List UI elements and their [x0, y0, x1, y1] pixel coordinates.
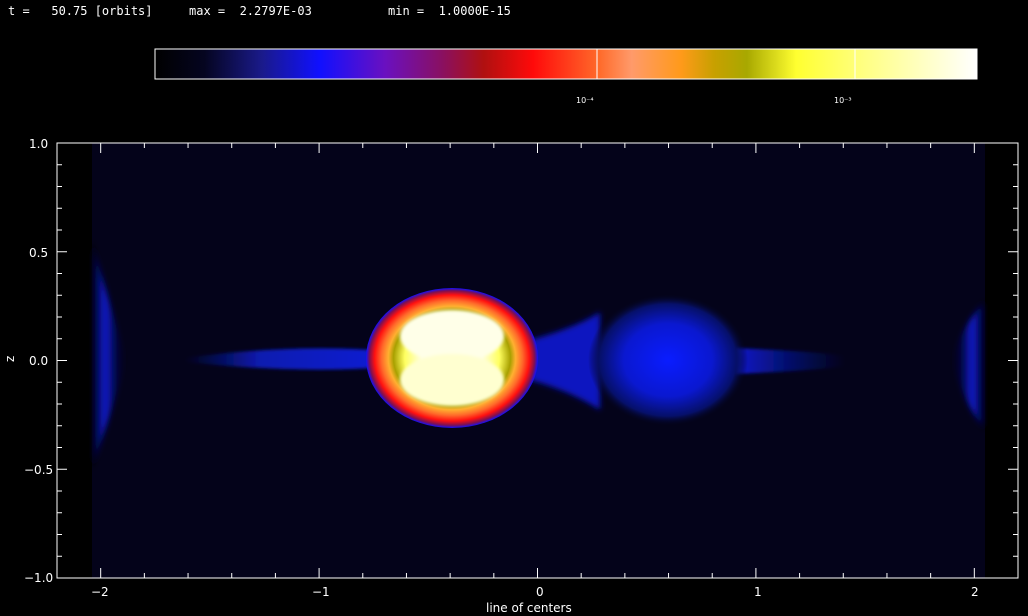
- x-tick-label-0: 0: [536, 585, 544, 599]
- y-tick-label-0.0: 0.0: [29, 354, 48, 368]
- colorbar-label-1e-3: 10⁻³: [834, 96, 852, 105]
- x-tick-label-1: 1: [754, 585, 762, 599]
- y-tick-label-1.0: 1.0: [29, 137, 48, 151]
- density-plot: 10⁻⁴ 10⁻³ −2 −1 0 1 2 1.0 0.5 0.0 −0.5 −…: [3, 48, 1019, 615]
- x-tick-label-neg2: −2: [91, 585, 109, 599]
- y-axis-label: z: [3, 356, 17, 362]
- x-axis-label: line of centers: [486, 601, 572, 615]
- x-tick-label-neg1: −1: [312, 585, 330, 599]
- y-tick-label-neg0.5: −0.5: [24, 463, 53, 477]
- colorbar: 10⁻⁴ 10⁻³: [154, 48, 978, 105]
- y-tick-label-0.5: 0.5: [29, 246, 48, 260]
- plot-area: [57, 143, 1018, 578]
- colorbar-gradient: [154, 48, 978, 80]
- colorbar-label-1e-4: 10⁻⁴: [576, 96, 594, 105]
- y-tick-label-neg1.0: −1.0: [24, 571, 53, 585]
- companion-lobe: [588, 294, 748, 426]
- x-tick-label-2: 2: [971, 585, 979, 599]
- star-core-lower: [400, 354, 504, 406]
